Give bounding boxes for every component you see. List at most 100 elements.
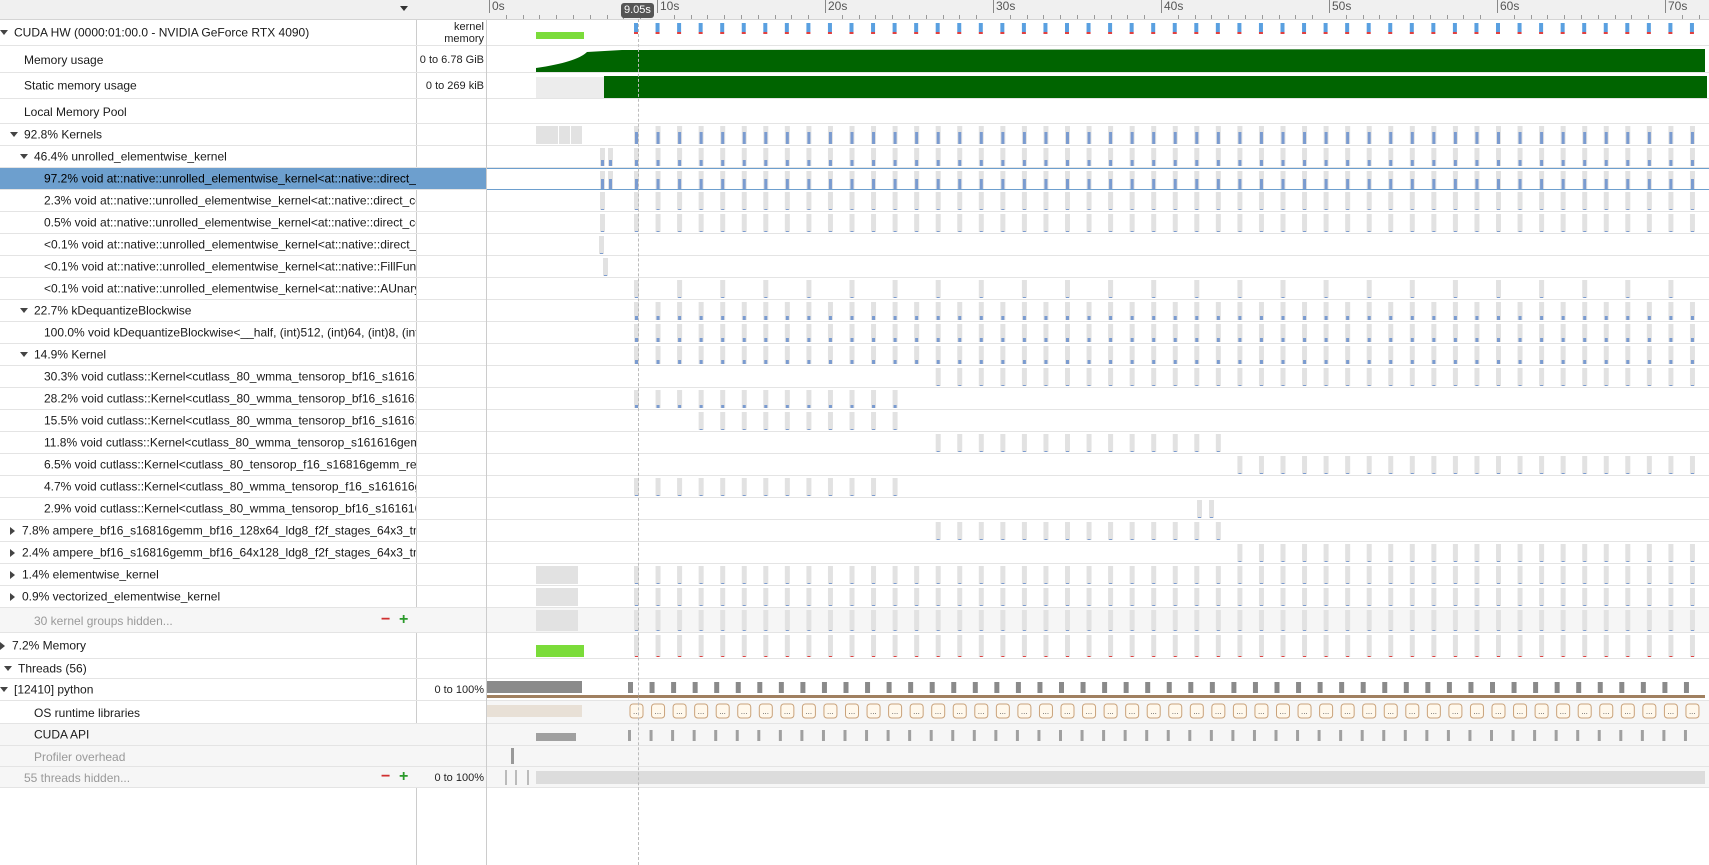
tree-row[interactable]: 30 kernel groups hidden... − + — [0, 608, 416, 633]
tree-row[interactable]: Profiler overhead — [0, 746, 416, 767]
timeline-row[interactable] — [487, 608, 1709, 633]
chevron-down-icon[interactable] — [4, 666, 12, 672]
tree-row[interactable]: 28.2% void cutlass::Kernel<cutlass_80_wm… — [0, 388, 416, 410]
chevron-down-icon[interactable] — [10, 132, 18, 138]
chevron-down-icon[interactable] — [0, 30, 8, 36]
kernel-bar — [1216, 179, 1220, 189]
chevron-right-icon[interactable] — [10, 570, 15, 579]
tree-row[interactable]: 92.8% Kernels — [0, 124, 416, 146]
timeline-row[interactable] — [487, 542, 1709, 564]
chevron-right-icon[interactable] — [10, 548, 15, 557]
tree-row[interactable]: 55 threads hidden... − + — [0, 767, 416, 788]
timeline-row[interactable] — [487, 366, 1709, 388]
timeline-row[interactable] — [487, 46, 1709, 73]
kernel-bar — [1389, 179, 1393, 189]
tree-row[interactable]: 6.5% void cutlass::Kernel<cutlass_80_ten… — [0, 454, 416, 476]
timeline-row[interactable] — [487, 679, 1709, 701]
timeline-row[interactable] — [487, 190, 1709, 212]
timeline-row[interactable] — [487, 767, 1709, 788]
chevron-down-icon[interactable] — [20, 154, 28, 160]
tree-row[interactable]: <0.1% void at::native::unrolled_elementw… — [0, 256, 416, 278]
chevron-down-icon[interactable] — [400, 6, 408, 11]
timeline-row[interactable]: ........................................… — [487, 701, 1709, 724]
timeline-row[interactable] — [487, 410, 1709, 432]
tree-row[interactable]: 11.8% void cutlass::Kernel<cutlass_80_wm… — [0, 432, 416, 454]
plus-icon[interactable]: + — [399, 767, 408, 787]
tree-row[interactable]: 30.3% void cutlass::Kernel<cutlass_80_wm… — [0, 366, 416, 388]
tree-row-label: 2.9% void cutlass::Kernel<cutlass_80_wmm… — [44, 501, 416, 516]
tree-row[interactable]: Static memory usage — [0, 73, 416, 99]
kernel-bar — [850, 583, 854, 584]
tree-row[interactable]: 7.2% Memory — [0, 633, 416, 659]
timeline-panel[interactable]: ........................................… — [487, 20, 1709, 865]
timeline-row[interactable] — [487, 99, 1709, 124]
chevron-down-icon[interactable] — [0, 687, 8, 693]
tree-row[interactable]: 2.9% void cutlass::Kernel<cutlass_80_wmm… — [0, 498, 416, 520]
timeline-row[interactable] — [487, 388, 1709, 410]
chevron-down-icon[interactable] — [20, 308, 28, 314]
timeline-row[interactable] — [487, 432, 1709, 454]
timeline-row[interactable] — [487, 20, 1709, 46]
kernel-bar — [872, 316, 876, 320]
tree-row[interactable]: 46.4% unrolled_elementwise_kernel — [0, 146, 416, 168]
timeline-row[interactable] — [487, 73, 1709, 99]
tree-row[interactable]: 100.0% void kDequantizeBlockwise<__half,… — [0, 322, 416, 344]
timeline-row[interactable] — [487, 633, 1709, 659]
tree-row[interactable]: Threads (56) — [0, 659, 416, 679]
tree-row[interactable]: 14.9% Kernel — [0, 344, 416, 366]
timeline-row[interactable] — [487, 212, 1709, 234]
chevron-right-icon[interactable] — [10, 526, 15, 535]
kernel-bar — [1109, 209, 1113, 210]
tree-row[interactable]: 2.3% void at::native::unrolled_elementwi… — [0, 190, 416, 212]
timeline-row[interactable] — [487, 124, 1709, 146]
timeline-row[interactable] — [487, 586, 1709, 608]
tree-row[interactable]: <0.1% void at::native::unrolled_elementw… — [0, 234, 416, 256]
timeline-row[interactable] — [487, 168, 1709, 190]
minus-icon[interactable]: − — [381, 608, 390, 632]
timeline-row[interactable] — [487, 498, 1709, 520]
timeline-row[interactable] — [487, 278, 1709, 300]
chevron-right-icon[interactable] — [10, 592, 15, 601]
chevron-down-icon[interactable] — [20, 352, 28, 358]
timeline-row[interactable] — [487, 520, 1709, 542]
timeline-row[interactable] — [487, 322, 1709, 344]
cpu-usage — [1425, 682, 1431, 693]
tree-row[interactable]: 22.7% kDequantizeBlockwise — [0, 300, 416, 322]
kernel-bar — [1001, 656, 1005, 657]
kernel-bar — [1281, 360, 1285, 364]
tree-row[interactable]: [12410] python — [0, 679, 416, 701]
tree-row[interactable]: <0.1% void at::native::unrolled_elementw… — [0, 278, 416, 300]
tree-row[interactable]: CUDA API — [0, 724, 416, 746]
timeline-row[interactable] — [487, 234, 1709, 256]
tree-row[interactable]: 0.5% void at::native::unrolled_elementwi… — [0, 212, 416, 234]
timeline-row[interactable] — [487, 256, 1709, 278]
timeline-row[interactable] — [487, 344, 1709, 366]
kernel-bar — [1066, 316, 1069, 320]
plus-icon[interactable]: + — [399, 608, 408, 632]
tree-row[interactable]: Memory usage — [0, 46, 416, 73]
tree-row[interactable]: 4.7% void cutlass::Kernel<cutlass_80_wmm… — [0, 476, 416, 498]
timeline-row[interactable] — [487, 746, 1709, 767]
kernel-bar — [1303, 605, 1307, 606]
tree-row[interactable]: 97.2% void at::native::unrolled_elementw… — [0, 168, 416, 190]
tree-row[interactable]: 15.5% void cutlass::Kernel<cutlass_80_wm… — [0, 410, 416, 432]
timeline-row[interactable] — [487, 146, 1709, 168]
tree-row[interactable]: 2.4% ampere_bf16_s16816gemm_bf16_64x128_… — [0, 542, 416, 564]
chevron-right-icon[interactable] — [0, 641, 5, 650]
tree-row[interactable]: OS runtime libraries — [0, 701, 416, 724]
tree-row[interactable]: CUDA HW (0000:01:00.0 - NVIDIA GeForce R… — [0, 20, 416, 46]
timeline-row[interactable] — [487, 454, 1709, 476]
minus-icon[interactable]: − — [381, 767, 390, 787]
tree-row[interactable]: Local Memory Pool — [0, 99, 416, 124]
timeline-row[interactable] — [487, 724, 1709, 746]
tree-row[interactable]: 1.4% elementwise_kernel — [0, 564, 416, 586]
time-ruler[interactable]: 0s 10s 20s 30s 40s 50s 60s 70s — [487, 0, 1709, 19]
timeline-row[interactable] — [487, 300, 1709, 322]
scale-cell: 0 to 6.78 GiB — [416, 46, 486, 73]
timeline-row[interactable] — [487, 476, 1709, 498]
tree-row[interactable]: 0.9% vectorized_elementwise_kernel — [0, 586, 416, 608]
timeline-row[interactable] — [487, 564, 1709, 586]
tree-row[interactable]: 7.8% ampere_bf16_s16816gemm_bf16_128x64_… — [0, 520, 416, 542]
kernel-group-bg — [1366, 192, 1372, 210]
timeline-row[interactable] — [487, 659, 1709, 679]
